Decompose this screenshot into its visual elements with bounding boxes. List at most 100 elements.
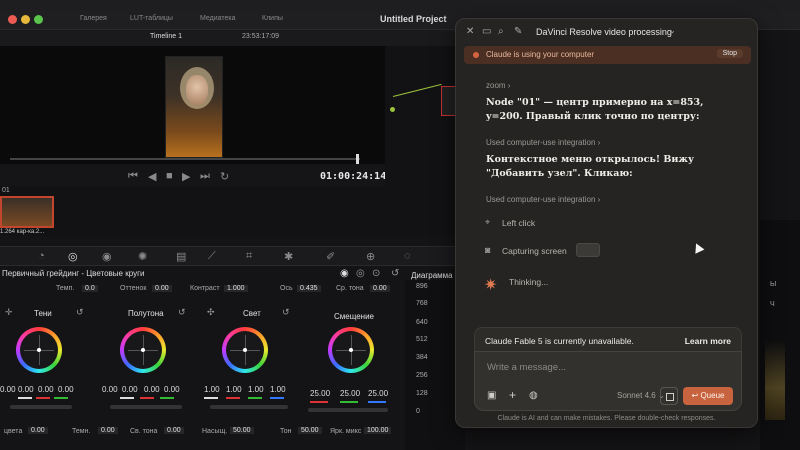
- shadows-master-slider[interactable]: [10, 405, 72, 409]
- claude-header: ✕ ▭ ⌕ ✎ DaVinci Resolve video processing…: [456, 19, 757, 45]
- shadows-param-value[interactable]: 0.00: [98, 427, 118, 434]
- rgb-mixer-icon[interactable]: ◉: [102, 250, 112, 263]
- offset-r[interactable]: 25.00: [310, 389, 330, 398]
- skip-back-icon[interactable]: ⏮: [128, 170, 138, 183]
- tint-value[interactable]: 0.00: [152, 285, 172, 292]
- shadows-y[interactable]: 0.00: [0, 385, 16, 394]
- highlights-y[interactable]: 1.00: [204, 385, 220, 394]
- offset-puck[interactable]: [349, 348, 353, 352]
- camera-raw-icon[interactable]: ◔: [38, 250, 45, 262]
- midtones-puck[interactable]: [141, 348, 145, 352]
- saturation-value[interactable]: 50.00: [230, 427, 254, 434]
- new-chat-icon[interactable]: ✎: [514, 26, 522, 37]
- close-window-icon[interactable]: [8, 15, 17, 24]
- highlights-reset-icon[interactable]: ↺: [282, 307, 290, 318]
- node-editor[interactable]: [385, 46, 460, 236]
- plus-icon[interactable]: +: [509, 388, 516, 402]
- midtones-g[interactable]: 0.00: [144, 385, 160, 394]
- pivot-value[interactable]: 0.435: [297, 285, 321, 292]
- chevron-down-icon[interactable]: ⌄: [669, 26, 676, 35]
- color-boost-value[interactable]: 0.00: [28, 427, 48, 434]
- clip-thumbnail[interactable]: [0, 196, 54, 228]
- highlights-y-line: [204, 397, 218, 399]
- luma-mix-value[interactable]: 100.00: [364, 427, 392, 434]
- motion-effects-icon[interactable]: ✺: [138, 250, 147, 263]
- step-back-icon[interactable]: ◀: [148, 170, 156, 183]
- midtones-b[interactable]: 0.00: [164, 385, 180, 394]
- highlights-picker-icon[interactable]: ✣: [207, 307, 215, 318]
- midtone-detail-value[interactable]: 0.00: [370, 285, 390, 292]
- assistant-message-1: Node "01" — центр примерно на x=853, y=2…: [486, 97, 704, 122]
- sidebar-icon[interactable]: ▭: [482, 26, 491, 37]
- stop-icon[interactable]: ■: [166, 170, 173, 182]
- bars-mode-icon[interactable]: ◎: [356, 268, 365, 279]
- midtones-master-slider[interactable]: [110, 405, 182, 409]
- curves-icon[interactable]: ▤: [176, 250, 186, 263]
- window-icon[interactable]: ✱: [284, 250, 293, 263]
- midtones-reset-icon[interactable]: ↺: [178, 307, 186, 318]
- highlights-b-line: [270, 397, 284, 399]
- temp-value[interactable]: 0.0: [82, 285, 98, 292]
- skip-forward-icon[interactable]: ⏭: [200, 170, 210, 183]
- warper-icon[interactable]: ⟋: [208, 250, 216, 263]
- learn-more-link[interactable]: Learn more: [685, 336, 731, 346]
- tab-luts[interactable]: LUT-таблицы: [130, 15, 173, 22]
- folder-icon[interactable]: ▣: [487, 390, 496, 401]
- search-icon[interactable]: ⌕: [498, 26, 504, 37]
- tab-gallery[interactable]: Галерея: [80, 15, 107, 22]
- project-title: Untitled Project: [380, 14, 447, 24]
- play-icon[interactable]: ▶: [182, 170, 190, 183]
- queue-button[interactable]: ↩ Queue: [683, 387, 733, 405]
- highlights-puck[interactable]: [243, 348, 247, 352]
- stop-square-button[interactable]: [660, 387, 678, 405]
- message-input[interactable]: Write a message...: [487, 362, 566, 373]
- shadows-b[interactable]: 0.00: [58, 385, 74, 394]
- contrast-value[interactable]: 1.000: [224, 285, 248, 292]
- wheels-mode-icon[interactable]: ◉: [340, 268, 349, 279]
- tab-clips[interactable]: Клипы: [262, 15, 283, 22]
- tracker-icon[interactable]: ✐: [326, 250, 335, 263]
- shadows-picker-icon[interactable]: ✛: [5, 307, 13, 318]
- highlights-param-value[interactable]: 0.00: [164, 427, 184, 434]
- hue-value[interactable]: 50.00: [298, 427, 322, 434]
- magic-mask-icon[interactable]: ⊕: [366, 250, 375, 263]
- blur-icon[interactable]: ◌: [404, 250, 411, 262]
- color-wheels-icon[interactable]: ◎: [68, 250, 78, 263]
- highlights-r[interactable]: 1.00: [226, 385, 242, 394]
- offset-master-slider[interactable]: [308, 408, 388, 412]
- shadows-puck[interactable]: [37, 348, 41, 352]
- unavailable-text: Claude Fable 5 is currently unavailable.: [485, 336, 634, 346]
- scrub-bar[interactable]: [10, 158, 360, 160]
- message-composer[interactable]: Write a message... ▣ + ◍ Sonnet 4.6 ⌄ ↩ …: [474, 351, 742, 411]
- tool-use-2[interactable]: Used computer-use integration ›: [486, 195, 600, 204]
- zoom-window-icon[interactable]: [34, 15, 43, 24]
- highlights-master-slider[interactable]: [210, 405, 288, 409]
- playhead[interactable]: [356, 154, 359, 164]
- model-unavailable-notice: Claude Fable 5 is currently unavailable.…: [474, 327, 742, 351]
- chat-title[interactable]: DaVinci Resolve video processing: [536, 27, 672, 37]
- stop-button[interactable]: Stop: [716, 49, 743, 58]
- midtones-y[interactable]: 0.00: [102, 385, 118, 394]
- tools-icon[interactable]: ◍: [529, 390, 538, 401]
- loop-icon[interactable]: ↻: [220, 170, 229, 183]
- shadows-r[interactable]: 0.00: [18, 385, 34, 394]
- reset-all-icon[interactable]: ↺: [391, 268, 399, 279]
- close-icon[interactable]: ✕: [466, 26, 474, 37]
- log-mode-icon[interactable]: ⊙: [372, 268, 380, 279]
- saturation-label: Насыщ.: [202, 428, 228, 435]
- timeline-selector[interactable]: Timeline 1: [150, 33, 182, 40]
- qualifier-icon[interactable]: ⌗: [246, 250, 252, 263]
- zoom-step[interactable]: zoom ›: [486, 81, 510, 90]
- minimize-window-icon[interactable]: [21, 15, 30, 24]
- offset-b[interactable]: 25.00: [368, 389, 388, 398]
- shadows-g[interactable]: 0.00: [38, 385, 54, 394]
- midtones-r[interactable]: 0.00: [122, 385, 138, 394]
- highlights-b[interactable]: 1.00: [270, 385, 286, 394]
- screenshot-thumbnail[interactable]: [576, 243, 600, 257]
- offset-g[interactable]: 25.00: [340, 389, 360, 398]
- tab-media[interactable]: Медиатека: [200, 15, 236, 22]
- highlights-g[interactable]: 1.00: [248, 385, 264, 394]
- model-selector[interactable]: Sonnet 4.6 ⌄: [617, 391, 665, 400]
- shadows-reset-icon[interactable]: ↺: [76, 307, 84, 318]
- tool-use-1[interactable]: Used computer-use integration ›: [486, 138, 600, 147]
